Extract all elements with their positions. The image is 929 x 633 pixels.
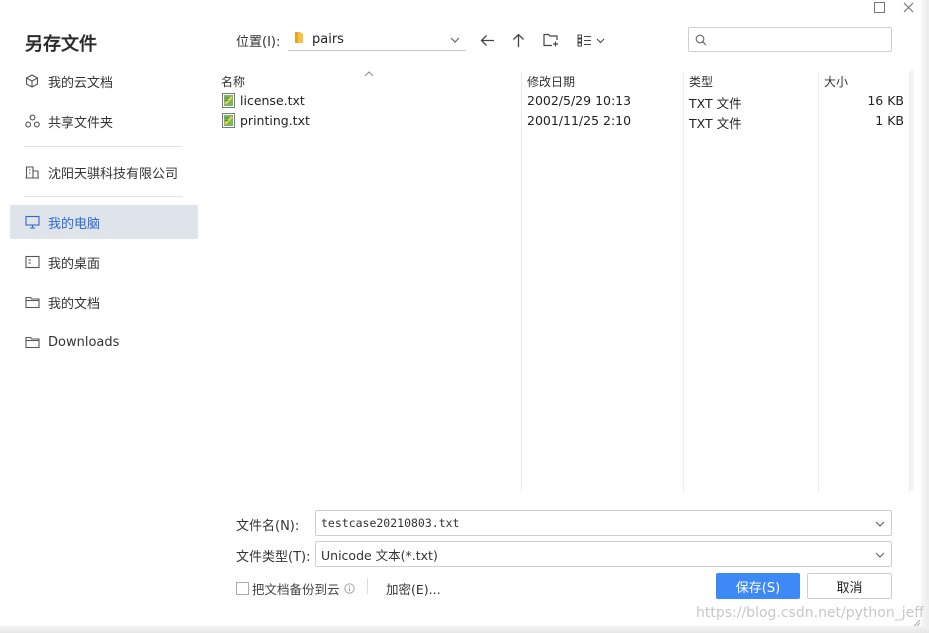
window-shadow-bottom bbox=[0, 626, 929, 633]
table-row[interactable]: printing.txt 2001/11/25 2:10 TXT 文件 1 KB bbox=[214, 111, 910, 131]
sort-ascending-icon bbox=[364, 66, 374, 81]
column-header-date[interactable]: 修改日期 bbox=[527, 73, 575, 90]
file-type: TXT 文件 bbox=[689, 96, 742, 111]
file-size: 16 KB bbox=[867, 93, 904, 108]
sidebar-item-downloads[interactable]: Downloads bbox=[10, 325, 198, 359]
file-date: 2001/11/25 2:10 bbox=[527, 113, 632, 128]
filetype-select[interactable]: Unicode 文本(*.txt) bbox=[315, 541, 892, 567]
folder-icon bbox=[24, 334, 40, 350]
text-file-icon bbox=[222, 93, 235, 108]
column-header-size[interactable]: 大小 bbox=[824, 73, 848, 90]
sidebar-item-label: 我的电脑 bbox=[48, 216, 101, 232]
sidebar-item-label: 我的文档 bbox=[48, 296, 101, 312]
location-value: pairs bbox=[312, 31, 344, 47]
sidebar-item-label: Downloads bbox=[48, 334, 120, 350]
folder-icon bbox=[24, 294, 40, 310]
watermark: https://blog.csdn.net/python_jeff bbox=[696, 605, 924, 621]
text-file-icon bbox=[222, 113, 235, 128]
chevron-down-icon[interactable] bbox=[875, 547, 885, 562]
save-button[interactable]: 保存(S) bbox=[716, 573, 800, 599]
cancel-button[interactable]: 取消 bbox=[807, 573, 892, 599]
sidebar-divider bbox=[24, 196, 182, 197]
chevron-down-icon bbox=[450, 32, 460, 47]
cloud-cube-icon bbox=[24, 73, 40, 89]
scrollbar[interactable] bbox=[910, 70, 914, 490]
sidebar-item-label: 共享文件夹 bbox=[48, 115, 114, 131]
monitor-icon bbox=[24, 214, 40, 230]
sidebar-divider bbox=[24, 146, 182, 147]
arrow-up-icon bbox=[512, 33, 524, 47]
share-nodes-icon bbox=[24, 113, 40, 129]
location-label: 位置(I): bbox=[236, 35, 281, 50]
checkbox-box[interactable] bbox=[236, 582, 249, 595]
arrow-left-icon bbox=[480, 34, 494, 46]
sidebar-item-my-documents[interactable]: 我的文档 bbox=[10, 285, 198, 319]
new-folder-icon bbox=[543, 33, 558, 47]
window-shadow-right bbox=[921, 0, 929, 633]
sidebar: 我的云文档 共享文件夹 沈阳天骐科技有限公司 我的电脑 我的桌面 我的文档 Do… bbox=[0, 60, 206, 620]
close-button[interactable] bbox=[897, 0, 919, 18]
sidebar-item-label: 我的云文档 bbox=[48, 75, 114, 91]
new-folder-button[interactable] bbox=[540, 29, 562, 51]
search-icon bbox=[695, 34, 707, 46]
chevron-down-icon[interactable] bbox=[875, 516, 885, 531]
sidebar-item-cloud-docs[interactable]: 我的云文档 bbox=[10, 64, 198, 98]
file-size: 1 KB bbox=[875, 113, 904, 128]
column-divider bbox=[818, 72, 819, 492]
column-divider bbox=[683, 72, 684, 492]
file-name: printing.txt bbox=[240, 113, 310, 128]
filetype-label: 文件类型(T): bbox=[236, 550, 311, 565]
square-outline-icon bbox=[873, 2, 885, 13]
backup-to-cloud-checkbox[interactable]: 把文档备份到云 bbox=[236, 579, 355, 598]
column-header-name[interactable]: 名称 bbox=[221, 73, 245, 90]
search-input[interactable] bbox=[711, 28, 891, 51]
encrypt-button[interactable]: 加密(E)... bbox=[386, 579, 441, 598]
sidebar-item-my-computer[interactable]: 我的电脑 bbox=[10, 205, 198, 239]
sidebar-item-label: 我的桌面 bbox=[48, 256, 101, 272]
dialog-title: 另存文件 bbox=[25, 34, 97, 55]
filename-field[interactable]: testcase20210803.txt bbox=[315, 510, 892, 536]
sidebar-item-label: 沈阳天骐科技有限公司 bbox=[48, 166, 179, 182]
list-view-icon bbox=[577, 34, 605, 46]
location-dropdown[interactable]: pairs bbox=[288, 28, 466, 51]
filetype-value: Unicode 文本(*.txt) bbox=[321, 547, 438, 563]
table-row[interactable]: license.txt 2002/5/29 10:13 TXT 文件 16 KB bbox=[214, 91, 910, 111]
building-icon bbox=[24, 164, 40, 180]
file-list: 名称 修改日期 类型 大小 license.txt 2002/5/29 10:1… bbox=[214, 64, 910, 492]
close-icon bbox=[903, 2, 913, 13]
sidebar-item-my-desktop[interactable]: 我的桌面 bbox=[10, 245, 198, 279]
folder-yellow-icon bbox=[294, 31, 304, 48]
filename-label: 文件名(N): bbox=[236, 519, 300, 534]
back-button[interactable] bbox=[476, 29, 498, 51]
filename-value: testcase20210803.txt bbox=[321, 516, 460, 530]
view-mode-button[interactable] bbox=[576, 29, 608, 51]
info-icon[interactable] bbox=[343, 583, 355, 594]
sidebar-item-company[interactable]: 沈阳天骐科技有限公司 bbox=[10, 155, 198, 189]
divider bbox=[367, 578, 368, 594]
sidebar-item-shared-folders[interactable]: 共享文件夹 bbox=[10, 104, 198, 138]
file-type: TXT 文件 bbox=[689, 116, 742, 131]
maximize-button[interactable] bbox=[868, 0, 890, 18]
resize-grip-icon[interactable] bbox=[911, 616, 921, 631]
search-box[interactable] bbox=[688, 27, 892, 52]
up-button[interactable] bbox=[507, 29, 529, 51]
file-date: 2002/5/29 10:13 bbox=[527, 93, 632, 108]
column-header-type[interactable]: 类型 bbox=[689, 73, 713, 90]
file-name: license.txt bbox=[240, 93, 305, 108]
backup-label: 把文档备份到云 bbox=[252, 582, 340, 597]
desktop-icon bbox=[24, 254, 40, 270]
column-divider bbox=[521, 72, 522, 492]
